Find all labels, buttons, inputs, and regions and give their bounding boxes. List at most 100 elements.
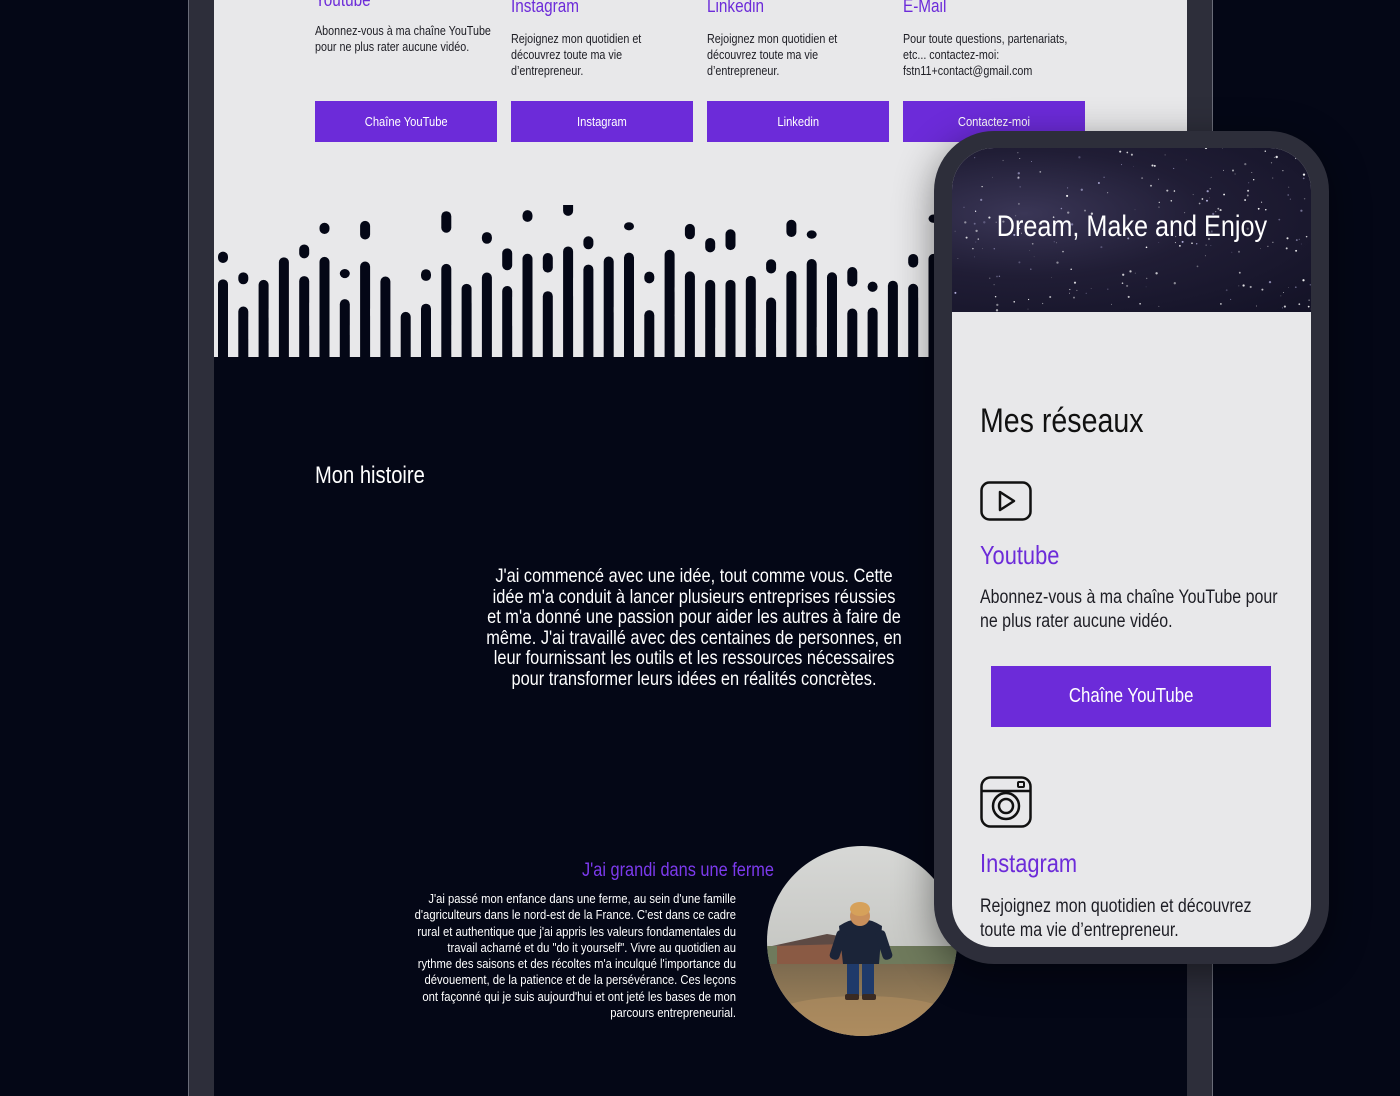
star: [1066, 194, 1069, 197]
wave-light-pill: [918, 278, 929, 303]
wave-bar: [481, 272, 492, 365]
star: [1302, 177, 1305, 180]
star: [972, 247, 974, 250]
wave-bar: [238, 306, 249, 365]
star: [991, 176, 993, 178]
star: [1127, 295, 1130, 298]
instagram-camera-icon[interactable]: [980, 776, 1032, 833]
wave-bar: [786, 270, 797, 365]
wave-bar: [360, 261, 371, 365]
wave-light-pill: [512, 292, 523, 331]
star: [1051, 277, 1052, 278]
star: [1289, 198, 1291, 200]
star: [1090, 288, 1092, 290]
wave-drop: [421, 269, 431, 281]
instagram-button[interactable]: Instagram: [511, 101, 693, 142]
star: [1238, 250, 1240, 253]
star: [1122, 273, 1125, 276]
wave-light-dot: [674, 310, 685, 321]
wave-bar: [563, 246, 574, 365]
section-title: Mes réseaux: [980, 402, 1144, 440]
youtube-play-icon[interactable]: [980, 481, 1032, 526]
wave-bar: [421, 303, 431, 365]
star: [982, 248, 983, 250]
star: [1031, 161, 1032, 163]
wave-light-dot: [512, 345, 523, 356]
wave-light-pill: [857, 275, 868, 299]
wave-bar: [766, 297, 777, 365]
wave-light-dot: [837, 336, 848, 347]
youtube-channel-button[interactable]: Chaîne YouTube: [991, 666, 1271, 727]
star: [1307, 305, 1310, 308]
star: [1210, 245, 1212, 247]
star: [1261, 288, 1264, 291]
network-title: Youtube: [315, 0, 371, 10]
wave-bar: [806, 259, 817, 365]
wave-drop: [786, 219, 797, 238]
wave-drop: [644, 271, 655, 284]
star: [1244, 199, 1247, 201]
wave-light-dot: [390, 308, 401, 319]
wave-drop: [908, 253, 919, 268]
star: [1078, 156, 1081, 159]
wave-light-pill: [877, 294, 888, 314]
wave-light-pill: [837, 304, 848, 324]
linkedin-button[interactable]: Linkedin: [707, 101, 889, 142]
star: [1246, 194, 1249, 197]
star: [1033, 256, 1035, 258]
star: [1288, 186, 1290, 188]
wave-light-pill: [796, 274, 807, 307]
wave-bar: [319, 256, 330, 365]
star: [1220, 303, 1222, 305]
star: [1017, 172, 1020, 175]
wave-light-pill: [735, 297, 746, 340]
star: [1158, 201, 1160, 204]
network-description: Abonnez-vous à ma chaîne YouTube pour ne…: [315, 24, 491, 54]
star: [1302, 173, 1306, 176]
star: [1210, 176, 1212, 178]
wave-bar: [339, 299, 350, 365]
star: [1158, 305, 1160, 307]
wave-light-pill: [410, 291, 421, 319]
wave-bar: [522, 253, 533, 365]
star: [974, 256, 975, 258]
phone-screen: Dream, Make and Enjoy Mes réseaux Youtub…: [952, 148, 1311, 947]
wave-bar: [299, 276, 310, 365]
star: [1209, 188, 1211, 190]
star: [1121, 164, 1123, 166]
wave-drop: [360, 220, 371, 240]
star: [1145, 246, 1148, 249]
wave-light-pill: [349, 320, 360, 340]
wave-bar: [684, 271, 695, 365]
star: [1158, 206, 1160, 208]
star: [1145, 286, 1147, 288]
star: [1097, 181, 1100, 185]
wave-light-pill: [776, 317, 787, 352]
wave-drop: [441, 211, 452, 233]
wave-drop: [238, 272, 249, 285]
network-description-instagram: Rejoignez mon quotidien et découvrez tou…: [980, 896, 1252, 941]
farm-text: J'ai passé mon enfance dans une ferme, a…: [414, 892, 736, 1021]
star: [1062, 250, 1064, 253]
story-text: J'ai commencé avec une idée, tout comme …: [486, 565, 902, 690]
wave-light-pill: [248, 311, 259, 344]
star: [998, 275, 1001, 277]
star: [1029, 250, 1031, 251]
wave-drop: [218, 251, 228, 264]
star: [1107, 192, 1109, 194]
wave-drop: [705, 237, 716, 253]
wave-drop: [339, 268, 350, 279]
network-title: E-Mail: [903, 0, 947, 16]
star: [1173, 190, 1176, 192]
wave-light-pill: [613, 302, 624, 318]
wave-bar: [603, 256, 614, 365]
wave-light-dot: [593, 310, 604, 321]
star: [974, 157, 976, 159]
star: [1205, 244, 1207, 246]
star: [1231, 251, 1233, 253]
network-title: Instagram: [511, 0, 580, 16]
star: [1056, 261, 1059, 264]
wave-light-pill: [552, 275, 563, 289]
youtube-channel-button[interactable]: Chaîne YouTube: [315, 101, 497, 142]
star: [1275, 155, 1278, 159]
